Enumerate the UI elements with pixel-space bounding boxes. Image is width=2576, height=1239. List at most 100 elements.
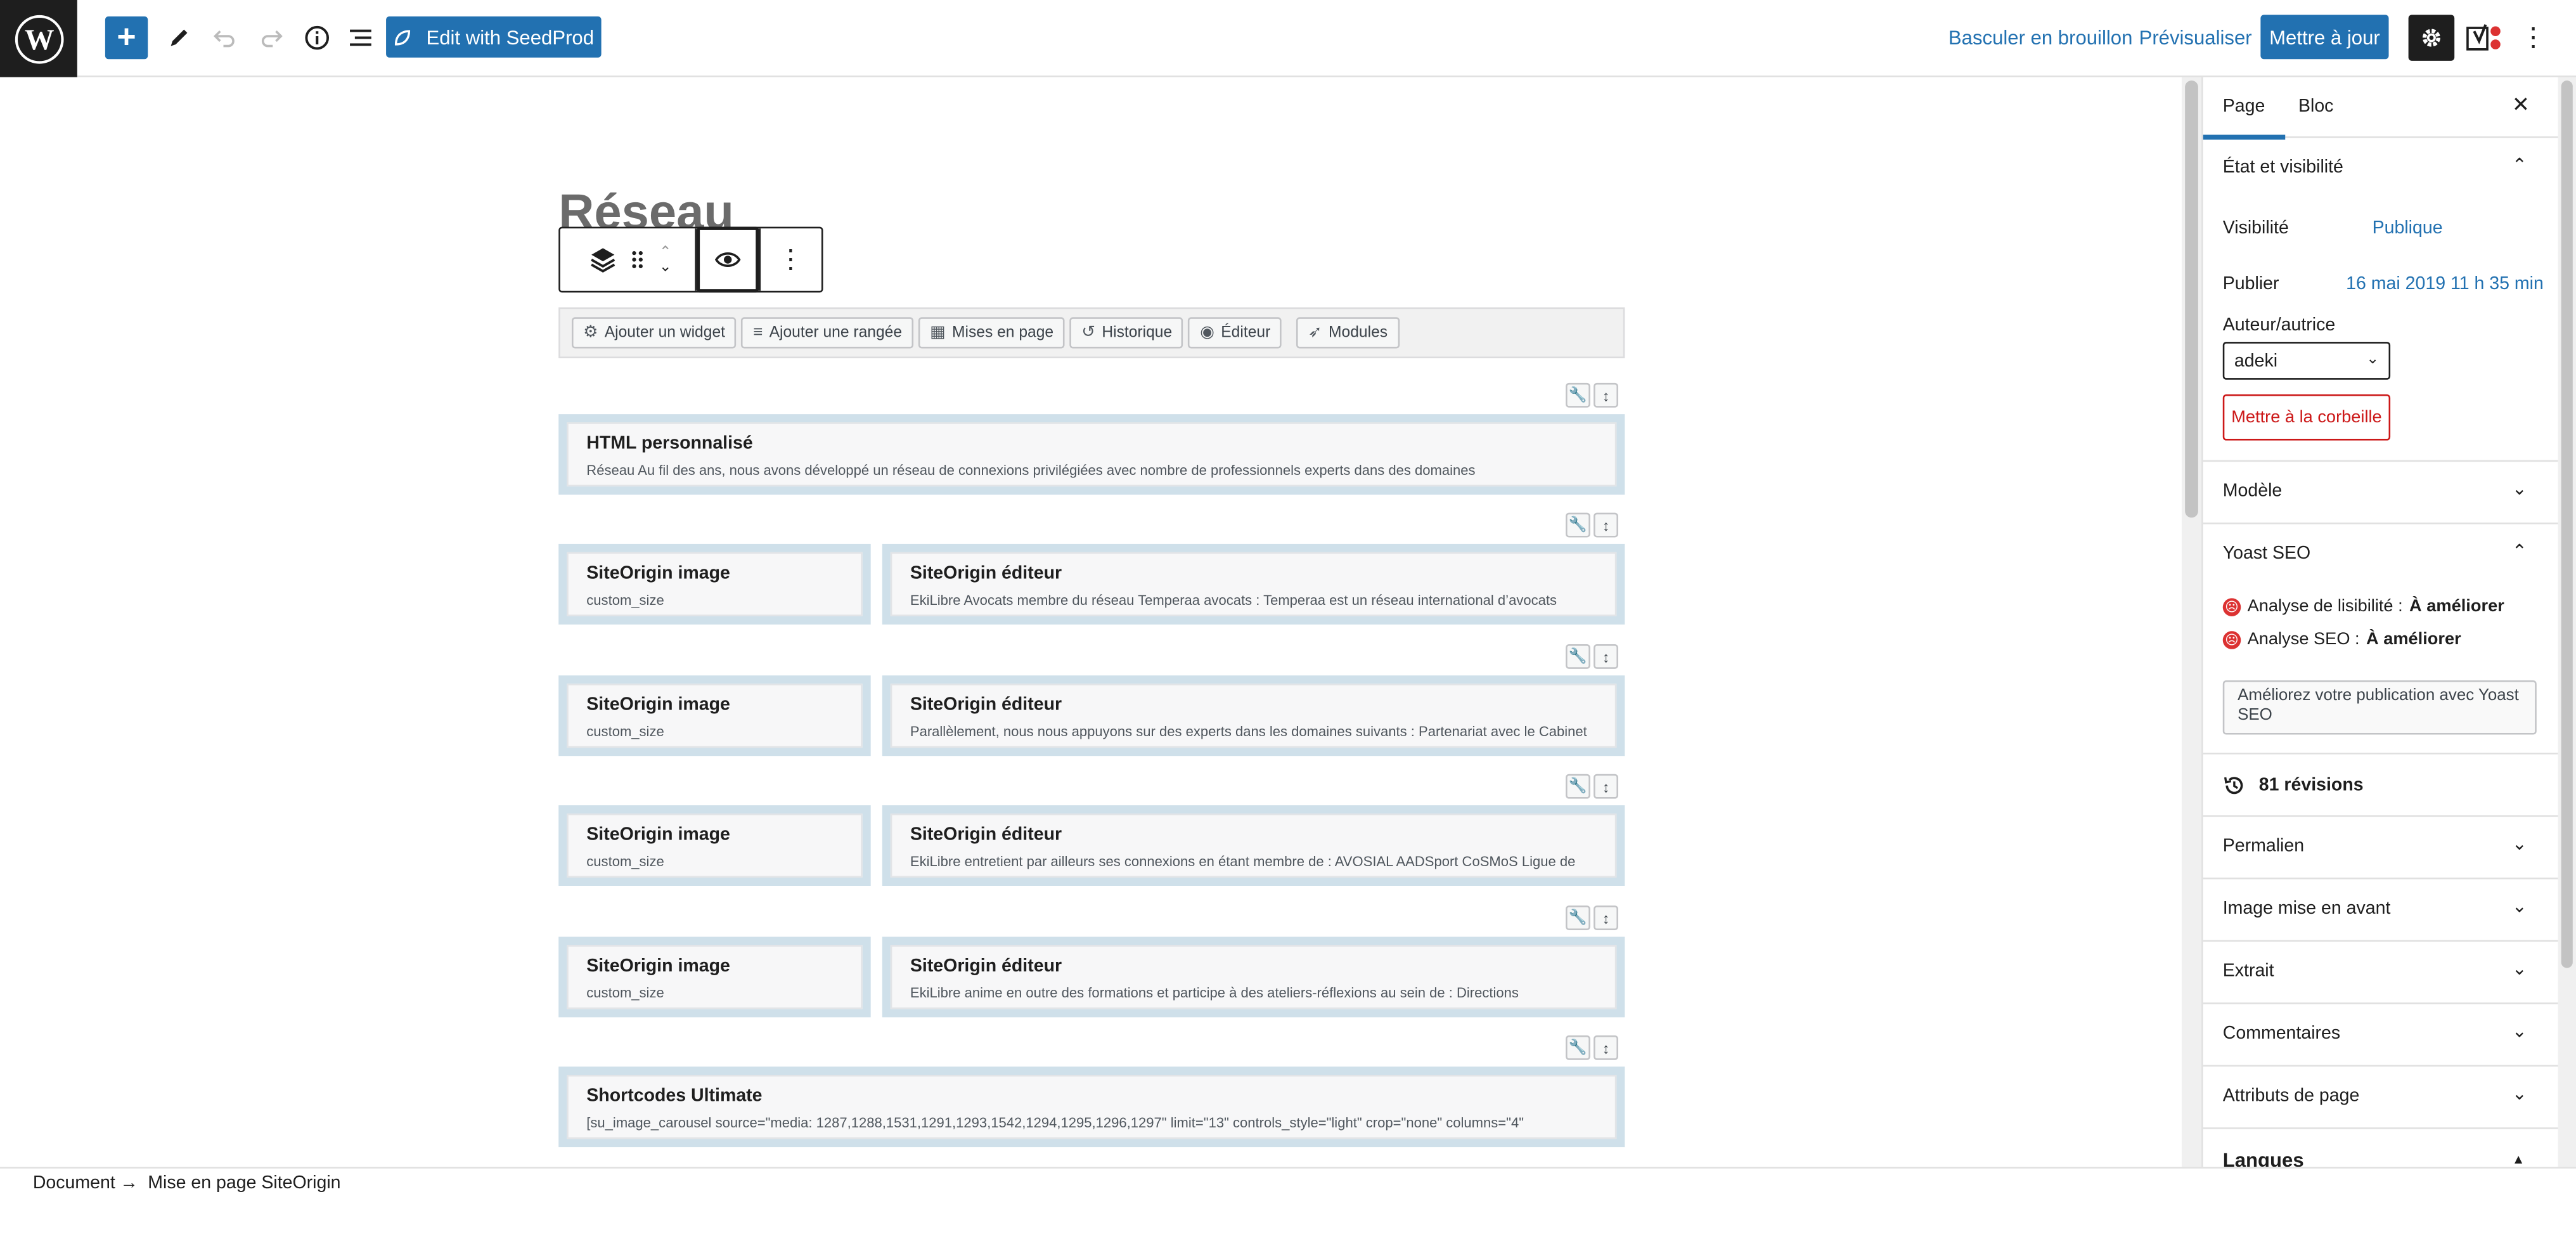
revisions-link[interactable]: 81 révisions	[2223, 774, 2364, 797]
yoast-improve-button[interactable]: Améliorez votre publication avec Yoast S…	[2222, 680, 2537, 735]
yoast-seo-button[interactable]	[2464, 20, 2507, 56]
widget-card[interactable]: SiteOrigin image custom_size	[567, 945, 863, 1009]
wrench-icon[interactable]: 🔧	[1566, 905, 1590, 930]
widget-description: custom_size	[586, 984, 664, 1001]
preview-button[interactable]: Prévisualiser	[2139, 26, 2252, 49]
panel-cell: SiteOrigin image custom_size	[558, 937, 871, 1018]
readability-analysis[interactable]: ☹ Analyse de lisibilité : À améliorer	[2222, 597, 2504, 616]
preview-toggle-button[interactable]	[696, 226, 759, 293]
history-button[interactable]: ↺ Historique	[1070, 317, 1184, 349]
panel-excerpt[interactable]: Extrait ⌄	[2203, 940, 2558, 1002]
close-icon[interactable]: ✕	[2512, 92, 2530, 118]
update-button[interactable]: Mettre à jour	[2260, 15, 2389, 60]
move-row-icon[interactable]: ↕	[1594, 774, 1618, 799]
sidebar-tabs: Page Bloc ✕	[2203, 77, 2558, 140]
move-row-icon[interactable]: ↕	[1594, 905, 1618, 930]
panel-permalink[interactable]: Permalien ⌄	[2203, 815, 2558, 878]
widget-description: EkiLibre Avocats membre du réseau Temper…	[910, 592, 1557, 608]
breadcrumb-document[interactable]: Document	[33, 1174, 115, 1193]
edit-with-seedprod-button[interactable]: Edit with SeedProd	[386, 16, 602, 58]
add-widget-label: Ajouter un widget	[604, 323, 726, 342]
scrollbar-thumb[interactable]	[2185, 81, 2198, 518]
panel-title: Image mise en avant	[2222, 898, 2391, 919]
widget-card[interactable]: Shortcodes Ultimate [su_image_carousel s…	[567, 1075, 1617, 1139]
panel-comments[interactable]: Commentaires ⌄	[2203, 1002, 2558, 1065]
tab-page[interactable]: Page	[2203, 97, 2284, 140]
move-row-icon[interactable]: ↕	[1594, 644, 1618, 669]
move-row-icon[interactable]: ↕	[1594, 1035, 1618, 1060]
yoast-icon	[2466, 24, 2501, 51]
widget-description: custom_size	[586, 592, 664, 608]
info-icon[interactable]	[297, 16, 337, 59]
add-widget-button[interactable]: ⚙ Ajouter un widget	[571, 317, 737, 349]
chevron-down-icon: ⌄	[2366, 350, 2379, 367]
widget-title: Shortcodes Ultimate	[586, 1086, 763, 1106]
panel-page-attributes[interactable]: Attributs de page ⌄	[2203, 1065, 2558, 1127]
panel-title: Permalien	[2222, 836, 2305, 857]
chevron-down-icon: ⌄	[2511, 1084, 2527, 1105]
widget-card[interactable]: HTML personnalisé Réseau Au fil des ans,…	[567, 422, 1617, 487]
panel-yoast-seo[interactable]: Yoast SEO ⌃	[2203, 522, 2558, 585]
panel-row: SiteOrigin image custom_size SiteOrigin …	[558, 675, 1625, 756]
live-editor-button[interactable]: ◉ Éditeur	[1188, 317, 1282, 349]
panel-featured-image[interactable]: Image mise en avant ⌄	[2203, 878, 2558, 940]
widget-card[interactable]: SiteOrigin éditeur EkiLibre entretient p…	[890, 813, 1617, 878]
more-options-icon[interactable]: ⋮	[2517, 20, 2550, 56]
widget-description: custom_size	[586, 853, 664, 870]
move-row-icon[interactable]: ↕	[1594, 382, 1618, 408]
visibility-value[interactable]: Publique	[2373, 219, 2443, 238]
live-editor-label: Éditeur	[1221, 323, 1271, 342]
row-icon: ≡	[753, 323, 763, 342]
seo-analysis[interactable]: ☹ Analyse SEO : À améliorer	[2222, 630, 2461, 649]
widget-card[interactable]: SiteOrigin éditeur Parallèlement, nous n…	[890, 684, 1617, 748]
widget-card[interactable]: SiteOrigin image custom_size	[567, 684, 863, 748]
wrench-icon[interactable]: 🔧	[1566, 512, 1590, 538]
wrench-icon[interactable]: 🔧	[1566, 1035, 1590, 1060]
tab-block[interactable]: Bloc	[2298, 97, 2333, 117]
widget-title: SiteOrigin éditeur	[910, 564, 1062, 584]
edit-tools-icon[interactable]	[159, 16, 198, 59]
drag-handle-icon[interactable]	[629, 248, 646, 271]
undo-icon[interactable]	[205, 16, 245, 59]
layers-icon[interactable]	[590, 247, 616, 273]
panel-title: Extrait	[2222, 961, 2274, 982]
chevron-down-icon: ⌄	[2511, 834, 2527, 855]
block-options-icon[interactable]: ⋮	[758, 228, 821, 291]
move-to-trash-button[interactable]: Mettre à la corbeille	[2222, 394, 2391, 441]
eye-icon	[714, 252, 740, 268]
settings-button[interactable]	[2408, 15, 2455, 61]
sidebar-scrollbar[interactable]	[2558, 77, 2576, 1167]
chevron-down-icon[interactable]: ⌄	[659, 259, 672, 275]
panel-status-visibility[interactable]: État et visibilité ⌃	[2203, 138, 2558, 200]
rocket-icon: ➶	[1308, 323, 1322, 342]
wrench-icon[interactable]: 🔧	[1566, 644, 1590, 669]
widget-title: HTML personnalisé	[586, 434, 753, 454]
sad-face-icon: ☹	[2222, 597, 2241, 616]
add-block-button[interactable]: +	[105, 16, 148, 60]
widget-card[interactable]: SiteOrigin éditeur EkiLibre anime en out…	[890, 945, 1617, 1009]
wordpress-icon: W	[14, 14, 63, 63]
add-row-button[interactable]: ≡ Ajouter une rangée	[741, 317, 914, 349]
widget-card[interactable]: SiteOrigin image custom_size	[567, 552, 863, 616]
panel-template[interactable]: Modèle ⌄	[2203, 460, 2558, 522]
wordpress-logo-button[interactable]: W	[0, 0, 77, 77]
switch-to-draft-button[interactable]: Basculer en brouillon	[1948, 26, 2132, 49]
redo-icon[interactable]	[252, 16, 291, 59]
canvas-scrollbar[interactable]	[2181, 77, 2202, 1167]
panel-title: Yoast SEO	[2222, 543, 2311, 564]
move-row-icon[interactable]: ↕	[1594, 512, 1618, 538]
addons-button[interactable]: ➶ Modules	[1296, 317, 1400, 349]
panel-languages[interactable]: Langues ▲	[2203, 1127, 2558, 1167]
layouts-button[interactable]: ▦ Mises en page	[918, 317, 1066, 349]
widget-card[interactable]: SiteOrigin image custom_size	[567, 813, 863, 878]
panel-title: Attributs de page	[2222, 1086, 2360, 1106]
breadcrumb-siteorigin-layout[interactable]: Mise en page SiteOrigin	[148, 1174, 340, 1193]
author-select[interactable]: adeki ⌄	[2222, 342, 2391, 380]
publish-date[interactable]: 16 mai 2019 11 h 35 min	[2346, 275, 2544, 294]
wrench-icon[interactable]: 🔧	[1566, 774, 1590, 799]
wrench-icon[interactable]: 🔧	[1566, 382, 1590, 408]
scrollbar-thumb[interactable]	[2561, 81, 2573, 968]
widget-card[interactable]: SiteOrigin éditeur EkiLibre Avocats memb…	[890, 552, 1617, 616]
seedprod-label: Edit with SeedProd	[426, 25, 595, 49]
list-view-icon[interactable]	[342, 16, 381, 59]
